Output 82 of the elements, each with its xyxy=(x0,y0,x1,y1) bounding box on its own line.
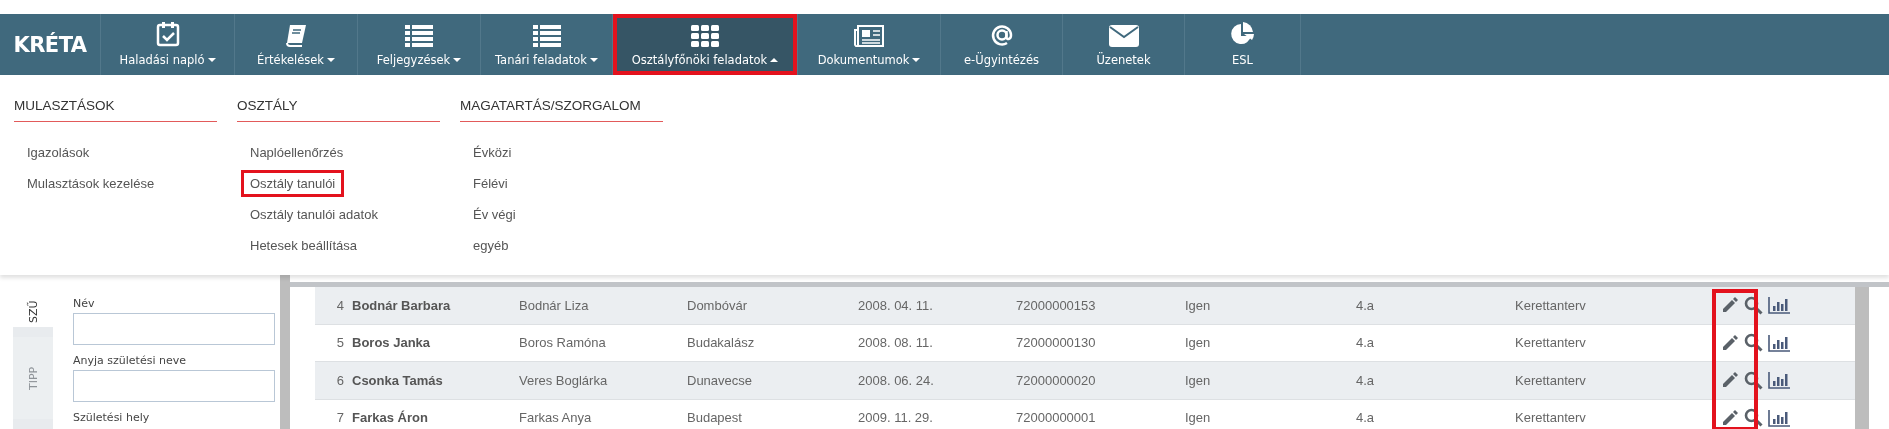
search-icon[interactable] xyxy=(1744,333,1763,353)
table-cell-text: Veres Boglárka xyxy=(519,372,609,388)
book-icon xyxy=(284,23,308,47)
table-cell-text: 2008. 08. 11. xyxy=(858,335,934,351)
menu-heading: OSZTÁLY xyxy=(237,75,440,122)
table-cell-text: 4.a xyxy=(1356,410,1376,426)
table-row[interactable]: 7 Farkas Áron Farkas Anya Budapest 2009. 11. 29. 72000000001 Igen 4.a Kerettanterv xyxy=(315,399,1855,429)
bar-chart-icon[interactable] xyxy=(1768,333,1790,352)
table-cell-text: Bodnár Barbara xyxy=(352,297,452,313)
table-cell-text: Igen xyxy=(1185,297,1212,313)
nav-item[interactable]: Osztályfőnöki feladatok xyxy=(613,14,798,75)
table-row[interactable]: 4 Bodnár Barbara Bodnár Liza Dombóvár 2008. 04. 11. 72000000153 Igen 4.a Kerettanterv xyxy=(315,287,1855,325)
table-cell-text: 4.a xyxy=(1356,372,1376,388)
table-cell-text: Igen xyxy=(1185,372,1212,388)
calendar-icon xyxy=(155,21,180,47)
table-cell-text: 7 xyxy=(335,410,345,426)
pencil-icon[interactable] xyxy=(1721,296,1739,315)
pie-chart-icon xyxy=(1229,21,1256,47)
menu-item[interactable]: Osztály tanulói xyxy=(241,170,345,197)
field-label: Név xyxy=(73,297,96,310)
at-sign-icon xyxy=(989,23,1014,47)
table-cell-text: Kerettanterv xyxy=(1515,372,1587,388)
table-cell-text: 72000000130 xyxy=(1016,335,1097,351)
envelope-icon xyxy=(1108,25,1139,47)
menu-item[interactable]: Naplóellenőrzés xyxy=(241,139,353,166)
bar-chart-icon[interactable] xyxy=(1768,408,1790,427)
menu-item[interactable]: Igazolások xyxy=(18,139,99,166)
search-icon[interactable] xyxy=(1744,370,1763,390)
table-cell-text: Csonka Tamás xyxy=(352,372,444,388)
table-cell-text: 72000000001 xyxy=(1016,410,1097,426)
table-cell-text: Kerettanterv xyxy=(1515,410,1587,426)
table-cell-text: Igen xyxy=(1185,335,1212,351)
side-tab[interactable]: SZŰ xyxy=(13,275,53,327)
newspaper-icon xyxy=(854,25,884,47)
grid-icon xyxy=(691,25,719,47)
menu-item[interactable]: Hetesek beállítása xyxy=(241,232,366,259)
pencil-icon[interactable] xyxy=(1721,371,1739,390)
table-cell-text: Dombóvár xyxy=(687,297,748,313)
table-cell-text: Farkas Anya xyxy=(519,410,593,426)
pencil-icon[interactable] xyxy=(1721,333,1739,352)
table-cell-text: 6 xyxy=(335,372,345,388)
text-field[interactable] xyxy=(73,313,275,345)
menu-item[interactable]: Évközi xyxy=(464,139,521,166)
table-cell-text: 4.a xyxy=(1356,297,1376,313)
table-cell-text: 5 xyxy=(335,335,345,351)
table-cell-text: Budapest xyxy=(687,410,743,426)
menu-item[interactable]: Osztály tanulói adatok xyxy=(241,201,387,228)
table-cell-text: 72000000020 xyxy=(1016,372,1097,388)
table-cell-text: 72000000153 xyxy=(1016,297,1097,313)
search-icon[interactable] xyxy=(1744,408,1763,428)
table-cell-text: Boros Ramóna xyxy=(519,335,607,351)
list-icon xyxy=(405,25,433,47)
field-label: Anyja születési neve xyxy=(73,354,187,367)
menu-heading: MAGATARTÁS/SZORGALOM xyxy=(460,75,663,122)
text-field[interactable] xyxy=(73,370,275,402)
table-cell-text: 2008. 06. 24. xyxy=(858,372,935,388)
menu-item[interactable]: Év végi xyxy=(464,201,525,228)
table-cell-text: Dunavecse xyxy=(687,372,754,388)
scrollbar[interactable] xyxy=(280,275,290,429)
table-cell-text: Kerettanterv xyxy=(1515,335,1587,351)
table-cell-text: 4.a xyxy=(1356,335,1376,351)
table-cell-text: Budakalász xyxy=(687,335,756,351)
menu-item[interactable]: Mulasztások kezelése xyxy=(18,170,164,197)
pencil-icon[interactable] xyxy=(1721,408,1739,427)
search-icon[interactable] xyxy=(1744,295,1763,315)
menu-heading: MULASZTÁSOK xyxy=(14,75,217,122)
field-label: Születési hely xyxy=(73,411,151,424)
table-cell-text: Boros Janka xyxy=(352,335,432,351)
table-cell-text: Bodnár Liza xyxy=(519,297,590,313)
menu-item[interactable]: Félévi xyxy=(464,170,517,197)
table-cell-text: 4 xyxy=(335,297,345,313)
table-row[interactable]: 6 Csonka Tamás Veres Boglárka Dunavecse 2008. 06. 24. 72000000020 Igen 4.a Kerettanterv xyxy=(315,362,1855,400)
bar-chart-icon[interactable] xyxy=(1768,371,1790,390)
table-cell-text: 2008. 04. 11. xyxy=(858,297,934,313)
list-icon xyxy=(532,25,561,47)
table-cell-text: 2009. 11. 29. xyxy=(858,410,934,426)
menu-item[interactable]: egyéb xyxy=(464,232,518,259)
table-cell-text: Kerettanterv xyxy=(1515,297,1587,313)
bar-chart-icon[interactable] xyxy=(1768,296,1790,315)
table-cell-text: Farkas Áron xyxy=(352,410,429,426)
table-cell-text: Igen xyxy=(1185,410,1212,426)
scrollbar[interactable] xyxy=(1855,287,1869,429)
